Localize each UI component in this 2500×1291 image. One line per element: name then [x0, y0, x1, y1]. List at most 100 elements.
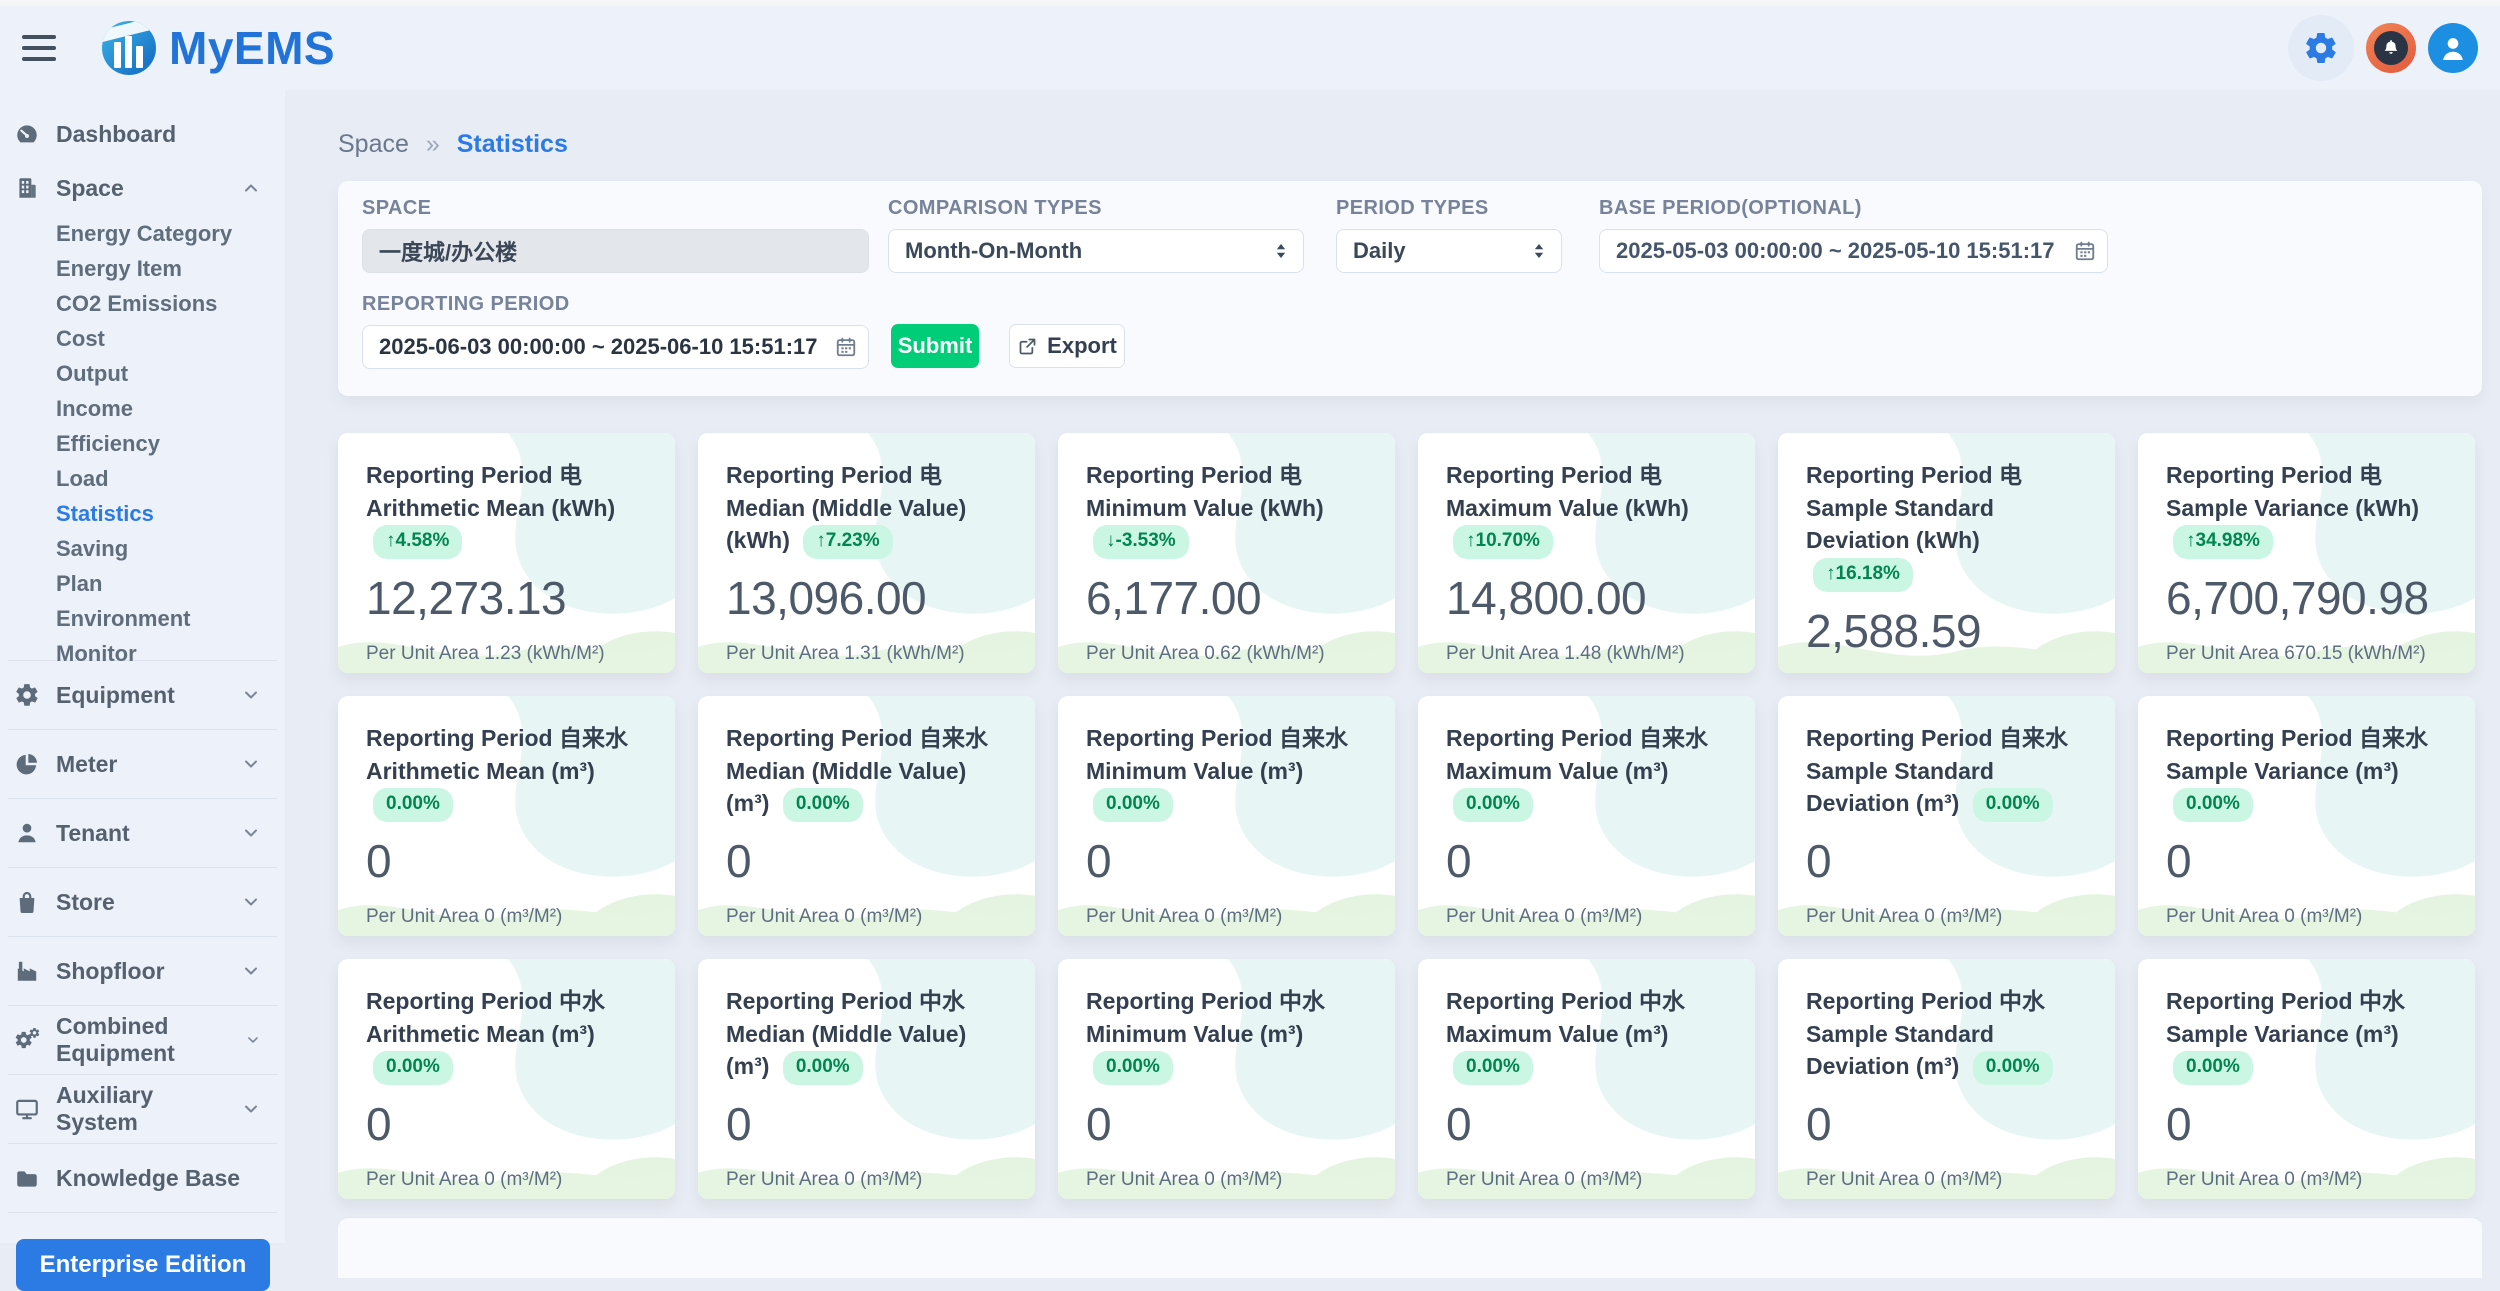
card-value: 13,096.00	[726, 571, 1007, 625]
sidebar-item-cost[interactable]: Cost	[0, 321, 285, 356]
statistic-card: Reporting Period 电 Sample Variance (kWh)…	[2138, 433, 2475, 673]
comparison-types-value: Month-On-Month	[905, 238, 1082, 264]
card-head: Reporting Period 中水 Median (Middle Value…	[726, 985, 1007, 1085]
card-sublines: Per Unit Area 0 (m³/M²)Per Capita 0 (m³)	[726, 906, 1007, 936]
card-body: Reporting Period 电 Sample Standard Devia…	[1778, 433, 2115, 673]
card-value: 0	[1446, 1097, 1727, 1151]
card-title: Reporting Period 电 Minimum Value (kWh)	[1086, 462, 1324, 521]
notifications-bell-icon	[2374, 31, 2408, 65]
top-navbar: MyEMS	[0, 6, 2500, 90]
sidebar-item-label: Meter	[56, 751, 117, 778]
sidebar-item-efficiency[interactable]: Efficiency	[0, 426, 285, 461]
card-sublines: Per Unit Area 0 (m³/M²)Per Capita 0 (m³)	[1086, 1169, 1367, 1199]
sidebar-item-income[interactable]: Income	[0, 391, 285, 426]
pie-chart-icon	[14, 751, 40, 777]
period-types-select[interactable]: Daily	[1336, 229, 1562, 273]
card-title: Reporting Period 电 Arithmetic Mean (kWh)	[366, 462, 615, 521]
sidebar-item-knowledge-base[interactable]: Knowledge Base	[0, 1154, 285, 1202]
sidebar-item-label: Dashboard	[56, 121, 176, 148]
submit-button[interactable]: Submit	[891, 324, 979, 368]
sidebar-item-shopfloor[interactable]: Shopfloor	[0, 947, 285, 995]
settings-button[interactable]	[2288, 15, 2354, 81]
statistic-card: Reporting Period 自来水 Sample Variance (m³…	[2138, 696, 2475, 936]
chevron-down-icon	[241, 961, 261, 981]
card-subline: Per Unit Area 0 (m³/M²)	[2166, 1169, 2447, 1191]
sidebar: Dashboard Space Energy Category Energy I…	[0, 90, 285, 1243]
card-body: Reporting Period 电 Sample Variance (kWh)…	[2138, 433, 2475, 673]
hamburger-menu-icon[interactable]	[22, 35, 56, 61]
sidebar-item-label: Equipment	[56, 682, 175, 709]
card-subline: Per Unit Area 670.15 (kWh/M²)	[2166, 643, 2447, 665]
sidebar-item-meter[interactable]: Meter	[0, 740, 285, 788]
sidebar-item-energy-category[interactable]: Energy Category	[0, 216, 285, 251]
sidebar-item-output[interactable]: Output	[0, 356, 285, 391]
breadcrumb-parent[interactable]: Space	[338, 130, 409, 158]
card-title: Reporting Period 中水 Maximum Value (m³)	[1446, 988, 1685, 1047]
select-arrows-icon	[1273, 242, 1289, 260]
export-button-label: Export	[1047, 333, 1117, 359]
sidebar-item-co2-emissions[interactable]: CO2 Emissions	[0, 286, 285, 321]
brand-logo[interactable]: MyEMS	[102, 21, 335, 75]
card-head: Reporting Period 自来水 Arithmetic Mean (m³…	[366, 722, 647, 822]
card-head: Reporting Period 中水 Sample Standard Devi…	[1806, 985, 2087, 1085]
sidebar-item-space[interactable]: Space	[0, 166, 285, 210]
sidebar-item-tenant[interactable]: Tenant	[0, 809, 285, 857]
card-body: Reporting Period 中水 Arithmetic Mean (m³)…	[338, 959, 675, 1199]
chevron-down-icon	[241, 892, 261, 912]
card-sublines: Per Unit Area 0 (m³/M²)Per Capita 0 (m³)	[2166, 1169, 2447, 1199]
card-trend-badge: 0.00%	[373, 1051, 453, 1085]
card-body: Reporting Period 中水 Minimum Value (m³) 0…	[1058, 959, 1395, 1199]
card-head: Reporting Period 中水 Sample Variance (m³)…	[2166, 985, 2447, 1085]
card-trend-badge: 0.00%	[1093, 788, 1173, 822]
card-sublines: Per Unit Area 0.62 (kWh/M²)Per Capita 6,…	[1086, 643, 1367, 673]
filter-panel: SPACE COMPARISON TYPES Month-On-Month PE…	[338, 181, 2482, 396]
card-subline: Per Unit Area 1.48 (kWh/M²)	[1446, 643, 1727, 665]
card-value: 0	[2166, 1097, 2447, 1151]
card-body: Reporting Period 自来水 Maximum Value (m³) …	[1418, 696, 1755, 936]
sidebar-item-label: Store	[56, 889, 115, 916]
statistic-card: Reporting Period 中水 Arithmetic Mean (m³)…	[338, 959, 675, 1199]
export-button[interactable]: Export	[1009, 324, 1125, 368]
sidebar-item-load[interactable]: Load	[0, 461, 285, 496]
card-value: 0	[1806, 1097, 2087, 1151]
sidebar-item-plan[interactable]: Plan	[0, 566, 285, 601]
reporting-period-input[interactable]	[362, 325, 869, 369]
comparison-types-select[interactable]: Month-On-Month	[888, 229, 1304, 273]
sidebar-item-equipment[interactable]: Equipment	[0, 671, 285, 719]
card-value: 2,588.59	[1806, 604, 2087, 658]
sidebar-item-store[interactable]: Store	[0, 878, 285, 926]
card-subline: Per Unit Area 0 (m³/M²)	[366, 1169, 647, 1191]
divider	[8, 1005, 277, 1006]
brand-name: MyEMS	[169, 21, 335, 75]
sidebar-item-saving[interactable]: Saving	[0, 531, 285, 566]
space-input[interactable]	[362, 229, 869, 273]
card-value: 14,800.00	[1446, 571, 1727, 625]
breadcrumb-current: Statistics	[457, 130, 568, 158]
card-trend-badge: 0.00%	[1973, 1051, 2053, 1085]
sidebar-item-auxiliary-system[interactable]: Auxiliary System	[0, 1085, 285, 1133]
card-sublines: Per Unit Area 0 (m³/M²)Per Capita 0 (m³)	[726, 1169, 1007, 1199]
sidebar-item-environment-monitor[interactable]: Environment Monitor	[0, 601, 285, 636]
user-avatar[interactable]	[2428, 23, 2478, 73]
sidebar-item-statistics[interactable]: Statistics	[0, 496, 285, 531]
space-label: SPACE	[362, 197, 869, 220]
card-sublines: Per Unit Area 0 (m³/M²)	[366, 1169, 647, 1191]
statistic-card: Reporting Period 自来水 Minimum Value (m³) …	[1058, 696, 1395, 936]
card-trend-badge: 0.00%	[783, 1051, 863, 1085]
enterprise-edition-button[interactable]: Enterprise Edition	[16, 1239, 270, 1291]
card-sublines: Per Unit Area 1.31 (kWh/M²)Per Capita 13…	[726, 643, 1007, 673]
card-head: Reporting Period 自来水 Minimum Value (m³) …	[1086, 722, 1367, 822]
statistic-card: Reporting Period 中水 Minimum Value (m³) 0…	[1058, 959, 1395, 1199]
card-title: Reporting Period 电 Sample Variance (kWh)	[2166, 462, 2419, 521]
card-body: Reporting Period 中水 Sample Standard Devi…	[1778, 959, 2115, 1199]
card-trend-badge: 0.00%	[783, 788, 863, 822]
notifications-button[interactable]	[2366, 23, 2416, 73]
sidebar-item-energy-item[interactable]: Energy Item	[0, 251, 285, 286]
statistic-card: Reporting Period 中水 Maximum Value (m³) 0…	[1418, 959, 1755, 1199]
statistic-card: Reporting Period 电 Minimum Value (kWh) ↓…	[1058, 433, 1395, 673]
card-body: Reporting Period 电 Maximum Value (kWh) ↑…	[1418, 433, 1755, 673]
sidebar-item-combined-equipment[interactable]: Combined Equipment	[0, 1016, 285, 1064]
calendar-icon	[835, 336, 857, 358]
base-period-input[interactable]	[1599, 229, 2108, 273]
sidebar-item-dashboard[interactable]: Dashboard	[0, 112, 285, 156]
